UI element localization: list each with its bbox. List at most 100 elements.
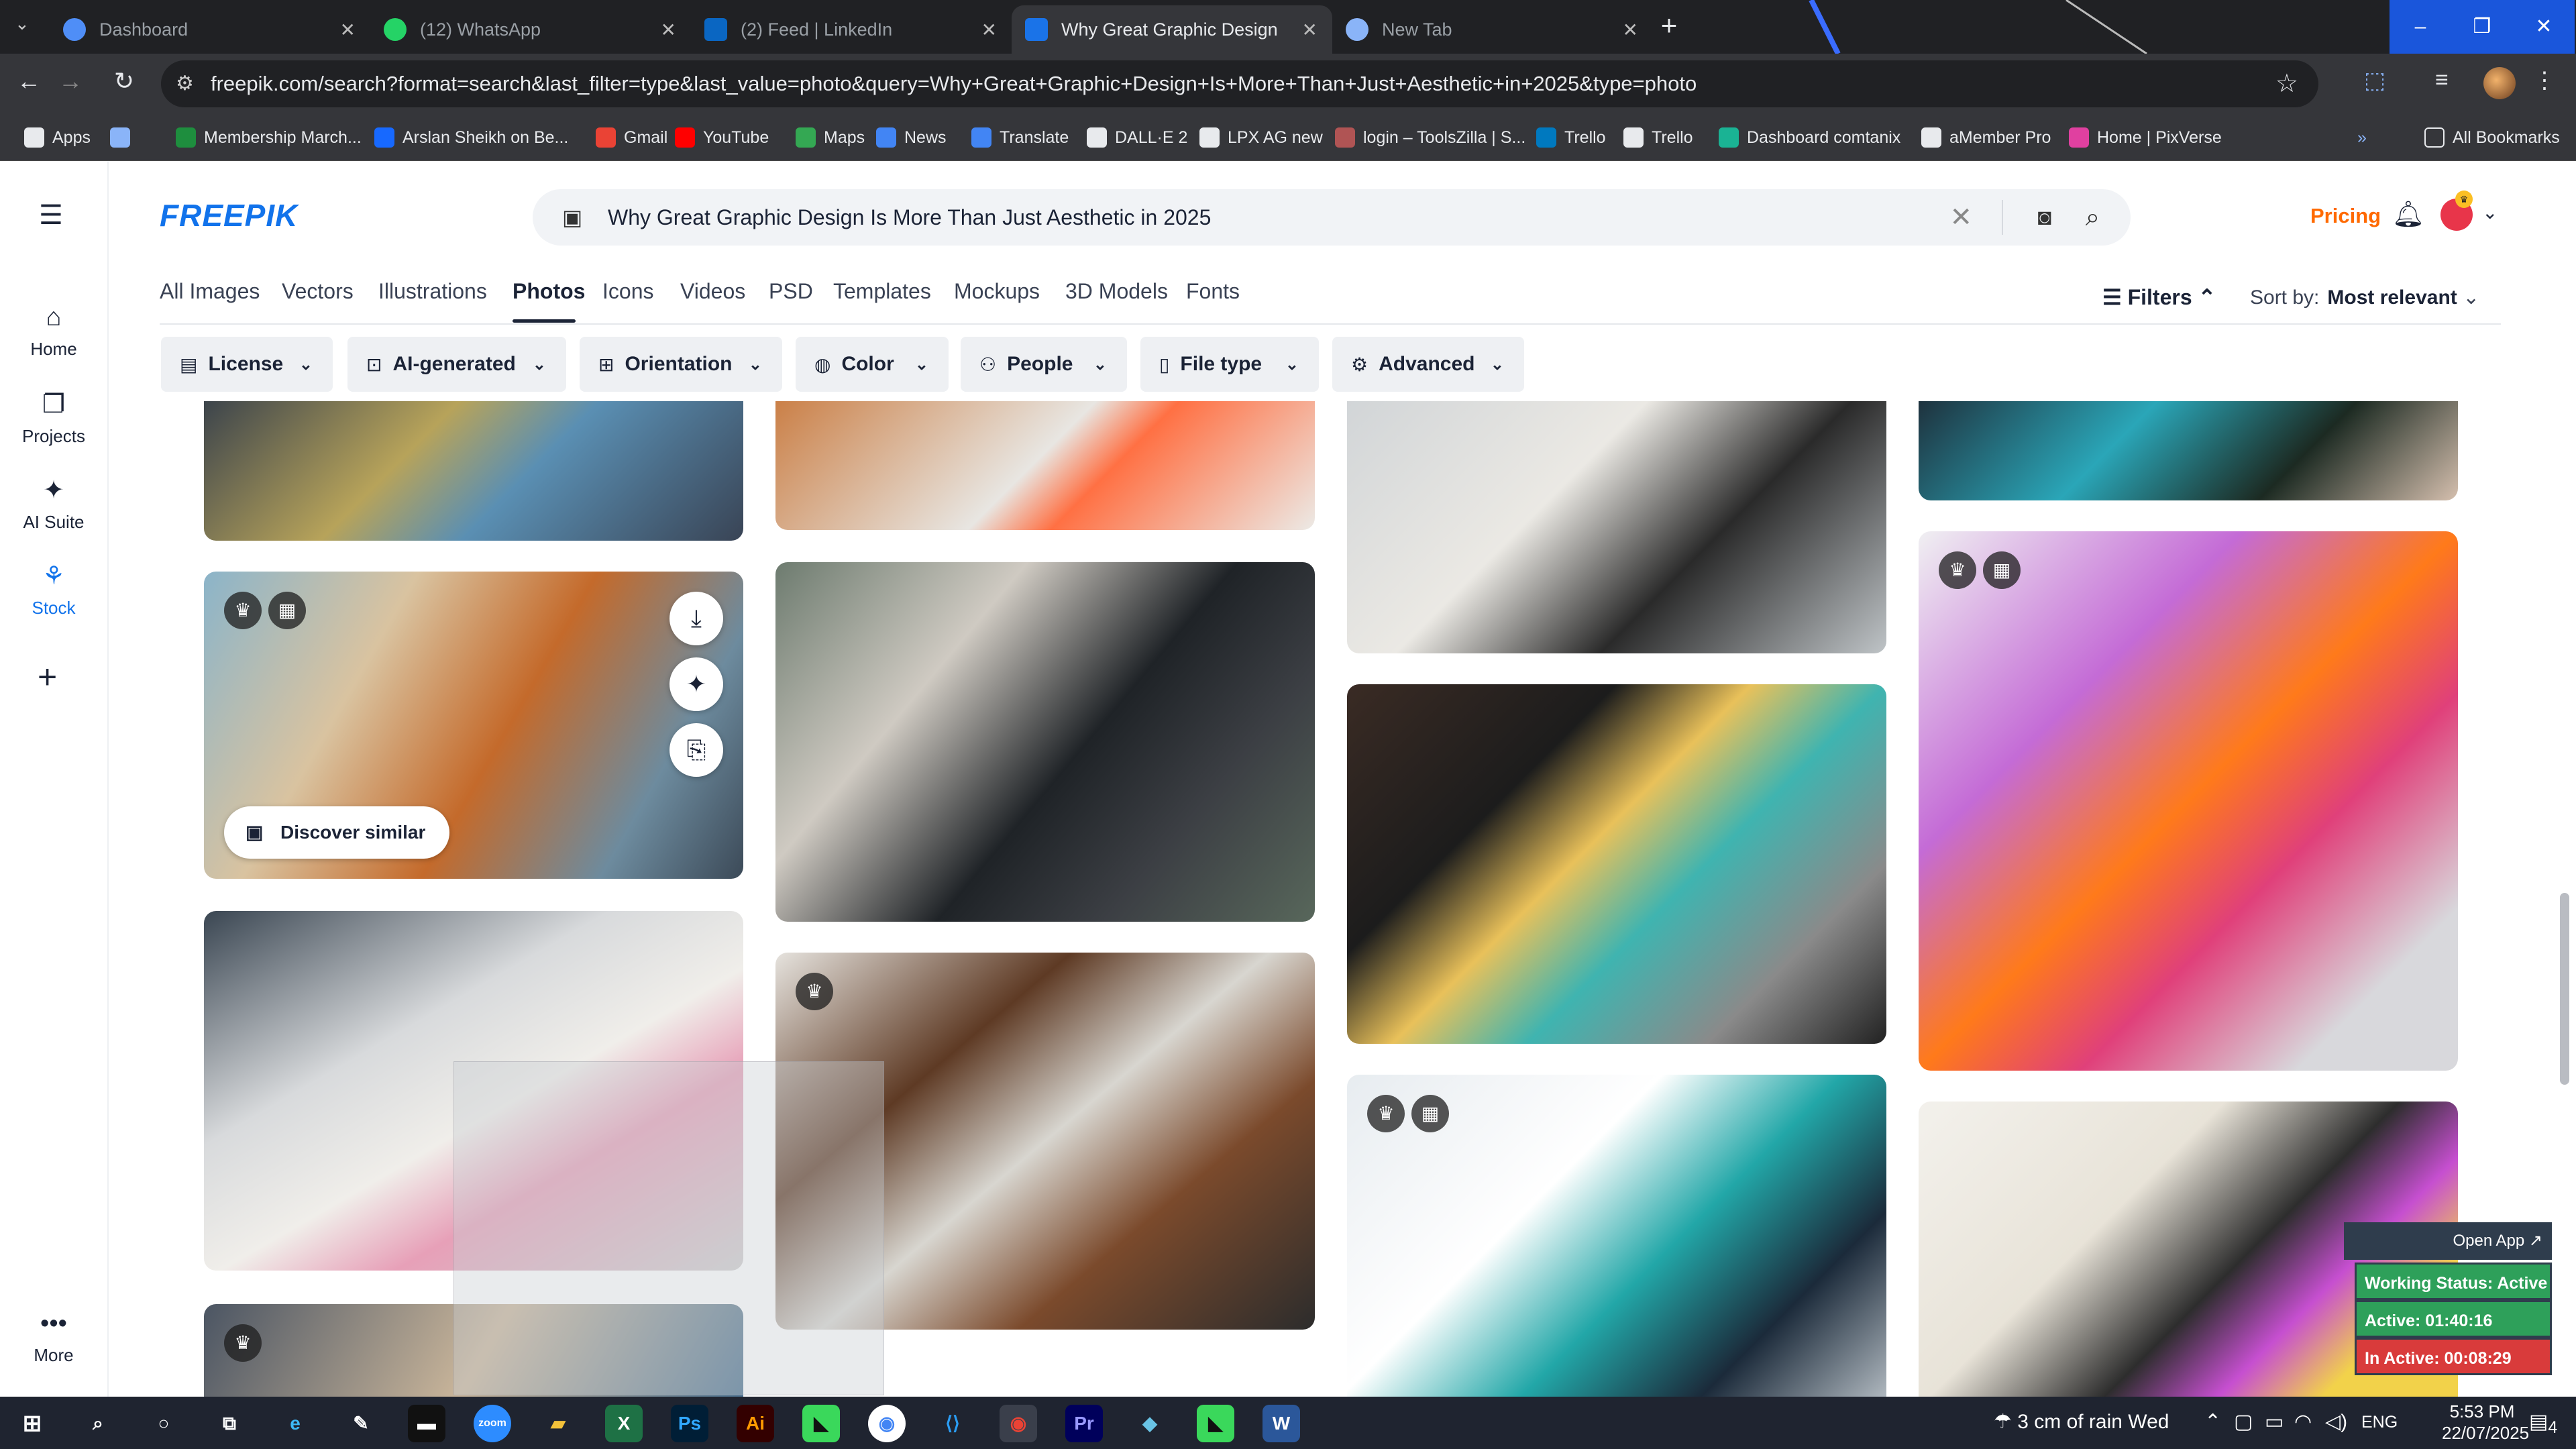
save-to-collection-button[interactable]: ⎘ [669, 723, 723, 777]
windows-start-icon[interactable]: ⊞ [13, 1405, 51, 1442]
tab-psd[interactable]: PSD [769, 279, 813, 304]
network-icon[interactable]: ▭ [2265, 1410, 2284, 1434]
browser-tab-linkedin[interactable]: (2) Feed | LinkedIn ✕ [691, 5, 1012, 54]
premiere-icon[interactable]: Pr [1065, 1405, 1103, 1442]
bookmark-home-pixverse[interactable]: Home | PixVerse [2069, 114, 2222, 161]
vscode-icon[interactable]: ⟨⟩ [934, 1405, 971, 1442]
bookmark-dashboard-comtanix[interactable]: Dashboard comtanix [1719, 114, 1900, 161]
open-app-button[interactable]: Open App ↗ [2344, 1222, 2552, 1260]
hamburger-menu-icon[interactable]: ☰ [39, 200, 63, 231]
cortana-icon[interactable]: ○ [145, 1405, 182, 1442]
tab-vectors[interactable]: Vectors [282, 279, 354, 304]
browser-profile-avatar[interactable] [2483, 67, 2516, 99]
camtasia-icon[interactable]: ◣ [802, 1405, 840, 1442]
new-tab-button[interactable]: + [1652, 9, 1686, 44]
media-controls-icon[interactable]: ≡ [2435, 67, 2449, 93]
result-image-card[interactable] [775, 562, 1315, 922]
chrome-active-icon[interactable]: ◉ [1000, 1405, 1037, 1442]
result-image-card[interactable] [204, 401, 743, 541]
word-icon[interactable]: W [1263, 1405, 1300, 1442]
browser-tab-whatsapp[interactable]: (12) WhatsApp ✕ [370, 5, 691, 54]
filter-color[interactable]: ◍ Color ⌄ [796, 337, 949, 392]
result-image-card[interactable] [1347, 401, 1886, 653]
site-info-icon[interactable]: ⚙ [176, 60, 194, 107]
filters-toggle-button[interactable]: ☰ Filters ⌃ [2102, 284, 2216, 310]
filter-orientation[interactable]: ⊞ Orientation ⌄ [580, 337, 782, 392]
bookmark-apps-grid[interactable] [110, 114, 138, 161]
result-image-card[interactable]: ♛ ▦ [1919, 531, 2458, 1071]
freepik-logo[interactable]: FREEPIK [160, 197, 298, 233]
tab-photos[interactable]: Photos [513, 279, 585, 304]
wifi-icon[interactable]: ◠ [2294, 1410, 2312, 1434]
bookmark-news[interactable]: News [876, 114, 947, 161]
nav-home[interactable]: ⌂ Home [0, 303, 107, 360]
bookmark-amember-pro[interactable]: aMember Pro [1921, 114, 2051, 161]
extension-icon[interactable]: ⬚ [2364, 67, 2385, 94]
notifications-icon[interactable]: ▤4 [2529, 1410, 2557, 1438]
back-button[interactable]: ← [12, 67, 46, 95]
close-tab-icon[interactable]: ✕ [1623, 19, 1638, 41]
app-diamond-icon[interactable]: ◆ [1131, 1405, 1169, 1442]
excel-icon[interactable]: X [605, 1405, 643, 1442]
bookmark-maps[interactable]: Maps [796, 114, 865, 161]
filter-advanced[interactable]: ⚙ Advanced ⌄ [1332, 337, 1524, 392]
download-button[interactable]: ⤓ [669, 592, 723, 645]
result-image-card[interactable] [775, 401, 1315, 530]
tab-3d-models[interactable]: 3D Models [1065, 279, 1168, 304]
bookmark-youtube[interactable]: YouTube [675, 114, 769, 161]
chevron-up-icon[interactable]: ⌃ [2204, 1410, 2221, 1434]
terminal-icon[interactable]: ▬ [408, 1405, 445, 1442]
minimize-button[interactable]: – [2390, 0, 2451, 54]
chrome-icon[interactable]: ◉ [868, 1405, 906, 1442]
more-bookmarks-icon[interactable]: » [2357, 114, 2367, 161]
tab-search-chevron-icon[interactable]: ⌄ [15, 13, 30, 34]
search-icon[interactable]: ⌕ [2086, 189, 2100, 246]
bookmark-trello[interactable]: Trello [1536, 114, 1606, 161]
bookmark-trello[interactable]: Trello [1623, 114, 1693, 161]
tab-videos[interactable]: Videos [680, 279, 745, 304]
pen-icon[interactable]: ✎ [342, 1405, 380, 1442]
reload-button[interactable]: ↻ [107, 67, 141, 95]
sort-dropdown[interactable]: Sort by: Most relevant ⌄ [2250, 286, 2479, 309]
result-image-card[interactable]: ♛ ▦ [1347, 1075, 1886, 1397]
browser-tab-new-tab[interactable]: New Tab ✕ [1332, 5, 1653, 54]
scrollbar-thumb[interactable] [2560, 893, 2569, 1085]
task-view-icon[interactable]: ⧉ [211, 1405, 248, 1442]
photoshop-icon[interactable]: Ps [671, 1405, 708, 1442]
file-explorer-icon[interactable]: ▰ [539, 1405, 577, 1442]
result-image-card-hovered[interactable]: ♛ ▦ ⤓ ✦ ⎘ ▣ Discover similar [204, 572, 743, 879]
bookmark-login-toolszilla-s[interactable]: login – ToolsZilla | S... [1335, 114, 1525, 161]
clock[interactable]: 5:53 PM 22/07/2025 [2442, 1401, 2529, 1444]
bookmark-translate[interactable]: Translate [971, 114, 1069, 161]
illustrator-icon[interactable]: Ai [737, 1405, 774, 1442]
search-icon[interactable]: ⌕ [79, 1405, 117, 1442]
forward-button[interactable]: → [54, 67, 87, 95]
camera-search-icon[interactable]: ◙ [2037, 189, 2051, 246]
close-tab-icon[interactable]: ✕ [981, 19, 997, 41]
filter-people[interactable]: ⚇ People ⌄ [961, 337, 1127, 392]
image-search-type-icon[interactable]: ▣ [562, 189, 582, 246]
bookmark-dall-e-2[interactable]: DALL·E 2 [1087, 114, 1187, 161]
camtasia-recorder-icon[interactable]: ◣ [1197, 1405, 1234, 1442]
close-tab-icon[interactable]: ✕ [340, 19, 356, 41]
weather-widget[interactable]: ☂ 3 cm of rain Wed [1994, 1410, 2169, 1434]
bell-icon[interactable]: 🔔︎ [2392, 200, 2424, 229]
tab-fonts[interactable]: Fonts [1186, 279, 1240, 304]
tab-templates[interactable]: Templates [833, 279, 931, 304]
discover-similar-button[interactable]: ▣ Discover similar [224, 806, 450, 859]
bookmark-arslan-sheikh-on-be[interactable]: Arslan Sheikh on Be... [374, 114, 568, 161]
close-tab-icon[interactable]: ✕ [1302, 19, 1318, 41]
edit-with-ai-button[interactable]: ✦ [669, 657, 723, 711]
tab-illustrations[interactable]: Illustrations [378, 279, 487, 304]
bookmark-star-icon[interactable]: ☆ [2275, 60, 2298, 107]
language-indicator[interactable]: ENG [2361, 1413, 2398, 1432]
filter-file-type[interactable]: ▯ File type ⌄ [1140, 337, 1319, 392]
bookmark-lpx-ag-new[interactable]: LPX AG new [1199, 114, 1323, 161]
filter-license[interactable]: ▤ License ⌄ [161, 337, 333, 392]
zoom-icon[interactable]: zoom [474, 1405, 511, 1442]
browser-tab-dashboard[interactable]: Dashboard ✕ [50, 5, 370, 54]
clear-search-icon[interactable]: ✕ [1949, 189, 1972, 246]
result-image-card[interactable] [1347, 684, 1886, 1044]
close-window-button[interactable]: ✕ [2513, 0, 2575, 54]
edge-icon[interactable]: e [276, 1405, 314, 1442]
